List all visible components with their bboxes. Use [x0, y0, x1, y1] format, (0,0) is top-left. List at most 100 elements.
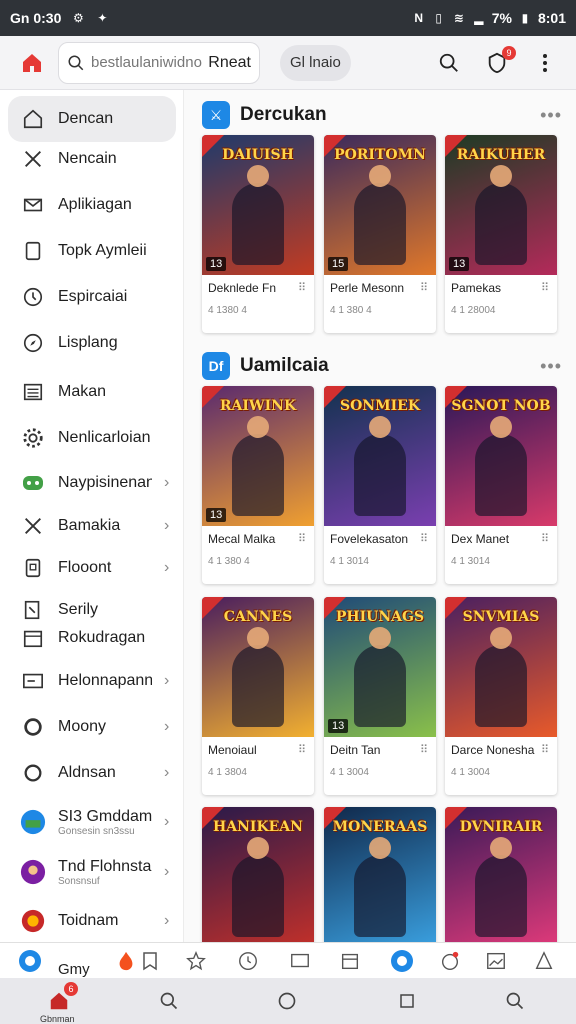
notifications-button[interactable]: 9: [482, 45, 516, 78]
sidebar-item-4[interactable]: Espircaiai: [8, 282, 176, 312]
more-menu-button[interactable]: [530, 48, 560, 78]
more-options-icon[interactable]: ⠿: [541, 743, 549, 756]
sidebar-item-12[interactable]: Rokudragan: [8, 624, 176, 652]
more-options-icon[interactable]: ⠿: [541, 281, 549, 294]
sidebar-item-18[interactable]: Toidnam ›: [8, 906, 176, 936]
game-title[interactable]: Deknlede Fn: [208, 281, 292, 295]
nav-home-circle-button[interactable]: [272, 986, 302, 1016]
app-logo-icon[interactable]: [18, 949, 42, 973]
sidebar-item-7[interactable]: Nenlicarloian: [8, 423, 176, 453]
game-title[interactable]: Menoiaul: [208, 743, 292, 757]
game-card[interactable]: HANIKEAN: [202, 807, 314, 942]
game-cover-image[interactable]: DVNIRAIR: [445, 807, 557, 942]
game-title[interactable]: Darce Nonesha: [451, 743, 535, 757]
sidebar-item-16[interactable]: SI3 Gmddam Gonsesin sn3ssu ›: [8, 804, 176, 840]
game-cover-image[interactable]: MONERAAS: [324, 807, 436, 942]
page-icon: [20, 238, 46, 264]
game-card[interactable]: SNVMIAS Darce Nonesha ⠿ 4 1 3004: [445, 597, 557, 795]
game-cover-image[interactable]: PHIUNAGS 13: [324, 597, 436, 737]
home-button[interactable]: [10, 41, 54, 85]
alarm-icon[interactable]: [438, 949, 462, 973]
game-title[interactable]: Fovelekasaton: [330, 532, 414, 546]
nav-search-button-2[interactable]: [500, 986, 530, 1016]
sidebar-item-17[interactable]: Tnd Flohnstann Sonsnsuf ›: [8, 854, 176, 890]
sidebar-item-5[interactable]: Lisplang: [8, 328, 176, 358]
game-card[interactable]: SGNOT NOB Dex Manet ⠿ 4 1 3014: [445, 386, 557, 584]
game-cover-image[interactable]: SGNOT NOB: [445, 386, 557, 526]
clock-icon[interactable]: [236, 949, 260, 973]
game-card[interactable]: PORITOMN 15 Perle Mesonn ⠿ 4 1 380 4: [324, 135, 436, 333]
sidebar-item-1[interactable]: Nencain: [8, 144, 176, 174]
section-logo-icon: Df: [202, 352, 230, 380]
game-card[interactable]: DVNIRAIR: [445, 807, 557, 942]
more-options-icon[interactable]: ⠿: [541, 532, 549, 545]
game-cover-image[interactable]: CANNES: [202, 597, 314, 737]
gallery-icon[interactable]: [484, 949, 508, 973]
sidebar-item-label: Lisplang: [58, 334, 118, 351]
tv-icon[interactable]: [288, 949, 312, 973]
tab-pill[interactable]: Gl lnaio: [280, 44, 351, 81]
game-cover-image[interactable]: SONMIEK: [324, 386, 436, 526]
more-options-icon[interactable]: ⠿: [298, 532, 306, 545]
sidebar-item-label: Naypisinenan: [58, 474, 152, 491]
game-cover-image[interactable]: SNVMIAS: [445, 597, 557, 737]
more-options-icon[interactable]: ⠿: [298, 281, 306, 294]
sidebar-item-label: Nenlicarloian: [58, 429, 151, 446]
game-cover-image[interactable]: HANIKEAN: [202, 807, 314, 942]
search-bar[interactable]: bestlaulaniwidno Rneat: [58, 41, 260, 84]
sidebar-item-13[interactable]: Helonnapann ›: [8, 666, 176, 696]
nav-recents-button[interactable]: [392, 986, 422, 1016]
profile-icon[interactable]: [532, 949, 556, 973]
circle-icon: [278, 992, 296, 1010]
sidebar-item-14[interactable]: Moony ›: [8, 712, 176, 742]
game-cover-image[interactable]: RAIWINK 13: [202, 386, 314, 526]
sidebar-item-label: Aplikiagan: [58, 196, 132, 213]
more-options-icon[interactable]: ⠿: [420, 281, 428, 294]
bolt-icon: ✦: [97, 11, 108, 25]
nav-search-button[interactable]: [154, 986, 184, 1016]
sidebar-item-3[interactable]: Topk Aymleii: [8, 236, 176, 266]
game-cover-image[interactable]: PORITOMN 15: [324, 135, 436, 275]
more-options-icon[interactable]: ⠿: [298, 743, 306, 756]
search-input[interactable]: bestlaulaniwidno: [91, 54, 202, 71]
game-card[interactable]: SONMIEK Fovelekasaton ⠿ 4 1 3014: [324, 386, 436, 584]
gear-icon: [20, 425, 46, 451]
game-title[interactable]: Pamekas: [451, 281, 535, 295]
search-action-label[interactable]: Rneat: [208, 54, 251, 72]
active-app-icon[interactable]: [390, 949, 414, 973]
sidebar-item-6[interactable]: Makan: [8, 377, 176, 407]
game-cover-image[interactable]: DAIUISH 13: [202, 135, 314, 275]
nav-home-button[interactable]: 6: [44, 982, 78, 1016]
game-card[interactable]: DAIUISH 13 Deknlede Fn ⠿ 4 1380 4: [202, 135, 314, 333]
sidebar-item-9[interactable]: Bamakia ›: [8, 511, 176, 541]
nav-home-badge: 6: [64, 982, 78, 996]
game-title[interactable]: Perle Mesonn: [330, 281, 414, 295]
more-horizontal-icon[interactable]: •••: [540, 356, 562, 377]
game-title[interactable]: Dex Manet: [451, 532, 535, 546]
sidebar-item-8[interactable]: Naypisinenan ›: [8, 468, 176, 498]
sidebar-item-10[interactable]: Flooont ›: [8, 553, 176, 583]
game-card[interactable]: CANNES Menoiaul ⠿ 4 1 3804: [202, 597, 314, 795]
more-horizontal-icon[interactable]: •••: [540, 105, 562, 126]
sidebar-item-11[interactable]: Serily: [8, 596, 176, 624]
bookmark-icon[interactable]: [138, 949, 162, 973]
more-options-icon[interactable]: ⠿: [420, 743, 428, 756]
game-card[interactable]: PHIUNAGS 13 Deitn Tan ⠿ 4 1 3004: [324, 597, 436, 795]
game-card[interactable]: RAIWINK 13 Mecal Malka ⠿ 4 1 380 4: [202, 386, 314, 584]
search-button[interactable]: [434, 48, 464, 78]
game-card[interactable]: MONERAAS: [324, 807, 436, 942]
calendar-icon[interactable]: [338, 949, 362, 973]
sidebar-item-label: Flooont: [58, 559, 112, 576]
sidebar-item-2[interactable]: Aplikiagan: [8, 190, 176, 220]
edit-icon: [20, 597, 46, 623]
more-options-icon[interactable]: ⠿: [420, 532, 428, 545]
game-title[interactable]: Mecal Malka: [208, 532, 292, 546]
game-title[interactable]: Deitn Tan: [330, 743, 414, 757]
star-icon[interactable]: [184, 949, 208, 973]
sidebar-item-sublabel: Gonsesin sn3ssu: [58, 825, 135, 837]
sidebar-item-0[interactable]: Dencan: [8, 96, 176, 142]
sidebar-item-15[interactable]: Aldnsan ›: [8, 758, 176, 788]
game-card[interactable]: RAIKUHER 13 Pamekas ⠿ 4 1 28004: [445, 135, 557, 333]
fire-icon[interactable]: [114, 949, 138, 973]
game-cover-image[interactable]: RAIKUHER 13: [445, 135, 557, 275]
